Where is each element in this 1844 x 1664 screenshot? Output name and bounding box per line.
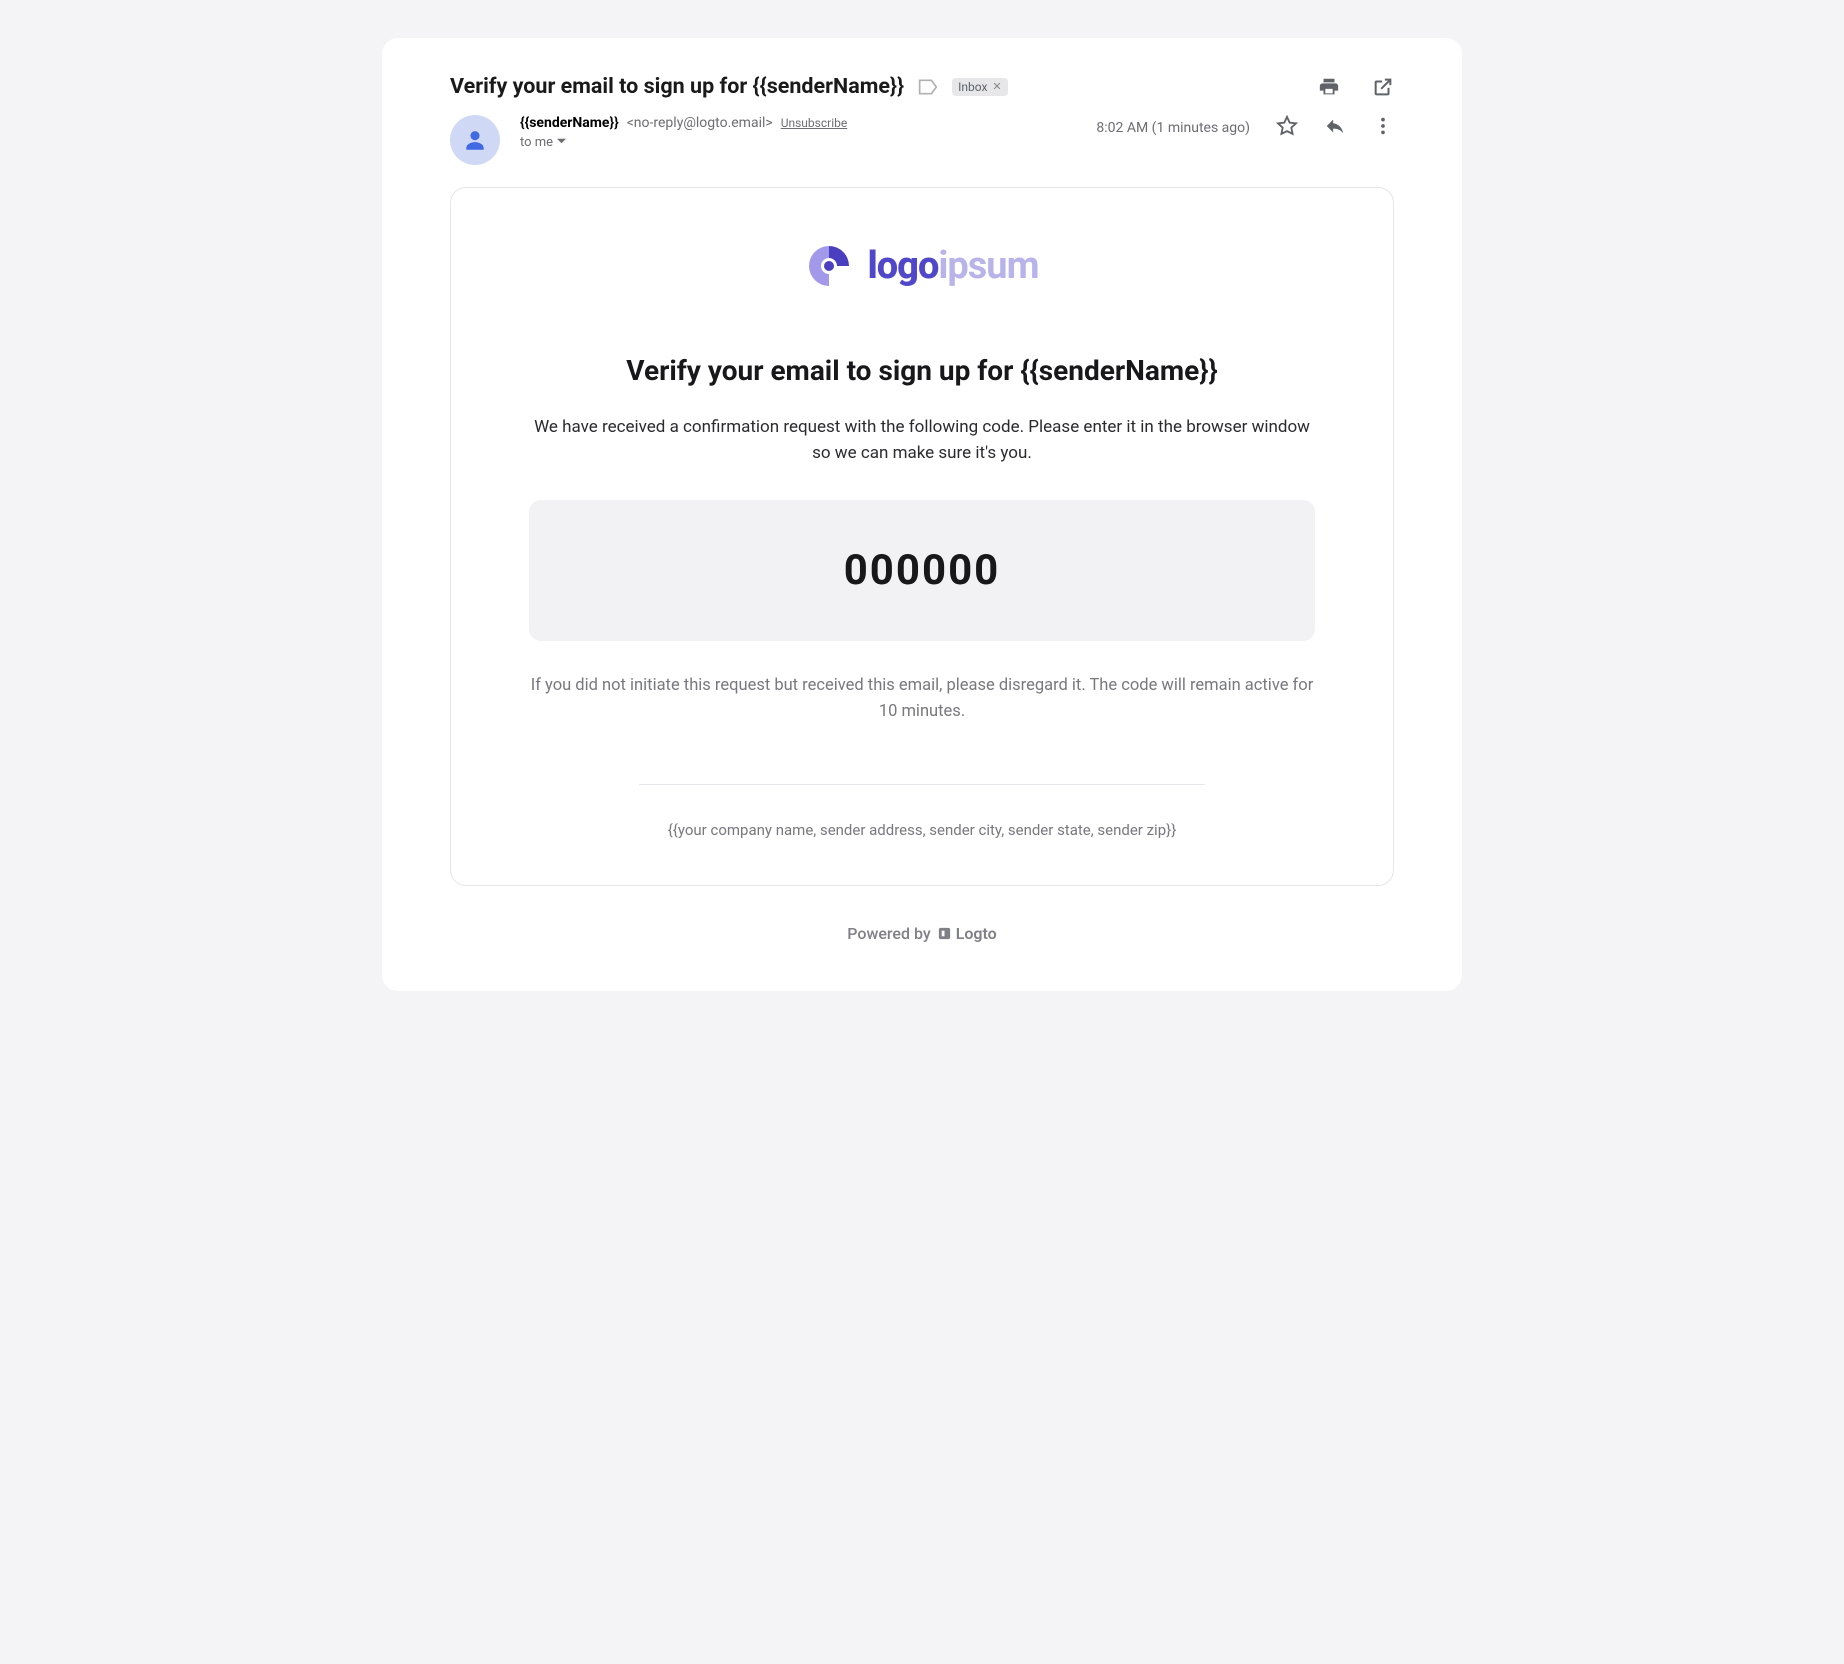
label-arrow-icon[interactable]	[918, 78, 938, 96]
powered-brand-text: Logto	[956, 924, 997, 943]
chevron-down-icon	[557, 135, 566, 150]
unsubscribe-link[interactable]: Unsubscribe	[781, 116, 848, 130]
powered-by: Powered by Logto	[450, 924, 1394, 943]
email-subject: Verify your email to sign up for {{sende…	[450, 74, 904, 99]
email-header: Verify your email to sign up for {{sende…	[450, 74, 1394, 99]
logo-mark-icon	[805, 242, 853, 290]
to-line[interactable]: to me	[520, 135, 847, 150]
logo-wrap: logoipsum	[529, 242, 1315, 294]
card-body: We have received a confirmation request …	[529, 415, 1315, 466]
verification-code: 000000	[529, 500, 1315, 641]
star-icon[interactable]	[1276, 115, 1298, 141]
to-text: to me	[520, 135, 553, 150]
divider	[639, 784, 1205, 785]
company-footer: {{your company name, sender address, sen…	[529, 821, 1315, 839]
sender-name: {{senderName}}	[520, 115, 619, 131]
powered-prefix: Powered by	[847, 924, 930, 943]
inbox-label-chip[interactable]: Inbox ✕	[952, 78, 1008, 96]
sender-email: <no-reply@logto.email>	[627, 115, 773, 131]
sender-row: {{senderName}} <no-reply@logto.email> Un…	[450, 115, 1394, 165]
print-icon[interactable]	[1318, 76, 1340, 98]
reply-icon[interactable]	[1324, 115, 1346, 141]
avatar[interactable]	[450, 115, 500, 165]
more-icon[interactable]	[1372, 115, 1394, 141]
open-external-icon[interactable]	[1372, 76, 1394, 98]
sender-meta: 8:02 AM (1 minutes ago)	[1096, 115, 1394, 141]
logo-text-light: ipsum	[938, 244, 1038, 288]
disclaimer: If you did not initiate this request but…	[529, 673, 1315, 724]
email-container: Verify your email to sign up for {{sende…	[382, 38, 1462, 991]
logo-text-dark: logo	[867, 244, 938, 288]
powered-brand[interactable]: Logto	[937, 924, 997, 943]
logo-text: logoipsum	[867, 244, 1038, 288]
close-icon[interactable]: ✕	[992, 80, 1001, 93]
email-body-card: logoipsum Verify your email to sign up f…	[450, 187, 1394, 886]
logo: logoipsum	[805, 242, 1038, 290]
logto-icon	[937, 926, 952, 941]
header-actions	[1318, 76, 1394, 98]
card-title: Verify your email to sign up for {{sende…	[529, 354, 1315, 387]
sender-info: {{senderName}} <no-reply@logto.email> Un…	[520, 115, 847, 150]
label-text: Inbox	[958, 80, 987, 94]
timestamp: 8:02 AM (1 minutes ago)	[1096, 120, 1250, 136]
